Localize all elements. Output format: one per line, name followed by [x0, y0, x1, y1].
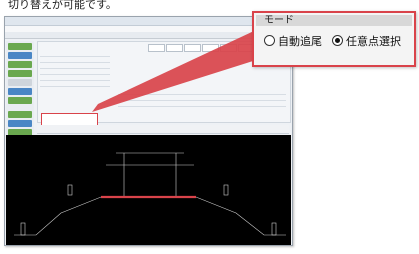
toolbar-button[interactable] — [148, 44, 165, 52]
toolbar-button[interactable] — [184, 44, 201, 52]
sidebar-button[interactable] — [8, 70, 32, 77]
sidebar-button[interactable] — [8, 79, 32, 86]
sidebar-button[interactable] — [8, 88, 32, 95]
sidebar-button[interactable] — [8, 52, 32, 59]
caption-text: 切り替えが可能です。 — [8, 0, 117, 11]
post-far-left — [20, 222, 26, 236]
callout-header: モード — [256, 15, 412, 26]
sidebar-button[interactable] — [8, 111, 32, 118]
ground-profile — [14, 196, 286, 236]
table-row — [118, 100, 286, 101]
table-row — [40, 56, 110, 57]
toolbar — [5, 32, 292, 39]
table-row — [40, 62, 110, 63]
table-row — [40, 80, 110, 81]
sidebar-button[interactable] — [8, 61, 32, 68]
table-row — [118, 106, 286, 107]
post-right — [223, 184, 229, 196]
table-row — [40, 86, 110, 87]
sidebar-button[interactable] — [8, 97, 32, 104]
radio-option-arbitrary-point[interactable]: 任意点選択 — [332, 33, 401, 49]
post-left — [67, 184, 73, 196]
cad-canvas[interactable] — [6, 135, 291, 245]
mode-callout: モード 自動追尾 任意点選択 — [252, 11, 416, 67]
sidebar-button[interactable] — [8, 120, 32, 127]
toolbar-button[interactable] — [202, 44, 219, 52]
post-far-right — [271, 222, 277, 236]
radio-option-auto-track[interactable]: 自動追尾 — [264, 33, 322, 49]
toolbar-button[interactable] — [166, 44, 183, 52]
mode-label: モード — [264, 15, 294, 26]
sidebar-button[interactable] — [8, 43, 32, 50]
title-bar — [5, 17, 292, 26]
option-bar — [37, 125, 289, 134]
table-row — [118, 94, 286, 95]
radio-icon[interactable] — [264, 35, 275, 46]
app-window — [4, 16, 293, 246]
table-row — [40, 68, 110, 69]
radio-label-arbitrary-point: 任意点選択 — [346, 35, 401, 48]
radio-selected-icon[interactable] — [332, 35, 343, 46]
radio-label-auto-track: 自動追尾 — [278, 35, 322, 48]
toolbar-button[interactable] — [220, 44, 237, 52]
table-row — [40, 74, 110, 75]
